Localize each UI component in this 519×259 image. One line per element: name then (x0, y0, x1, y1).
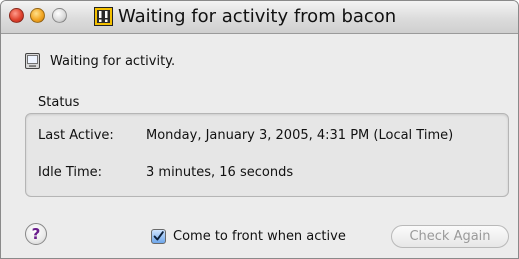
check-again-button[interactable]: Check Again (391, 225, 509, 248)
status-group-box: Last Active: Monday, January 3, 2005, 4:… (25, 113, 509, 197)
title-bar[interactable]: Waiting for activity from bacon (1, 1, 518, 34)
window-title: Waiting for activity from bacon (118, 6, 397, 27)
idle-time-value: 3 minutes, 16 seconds (146, 165, 294, 180)
status-message: Waiting for activity. (50, 54, 176, 69)
zoom-button[interactable] (52, 8, 67, 23)
come-to-front-checkbox[interactable] (151, 229, 166, 244)
close-button[interactable] (9, 8, 24, 23)
app-icon (94, 7, 113, 26)
checkmark-icon (153, 231, 164, 241)
window: Waiting for activity from bacon Waiting … (0, 0, 519, 259)
last-active-label: Last Active: (38, 128, 114, 143)
minimize-button[interactable] (30, 8, 45, 23)
come-to-front-label[interactable]: Come to front when active (173, 229, 346, 245)
monitor-icon (25, 53, 40, 69)
last-active-value: Monday, January 3, 2005, 4:31 PM (Local … (146, 128, 454, 143)
help-button[interactable]: ? (25, 223, 47, 245)
status-group-label: Status (38, 95, 80, 110)
idle-time-label: Idle Time: (38, 165, 103, 180)
